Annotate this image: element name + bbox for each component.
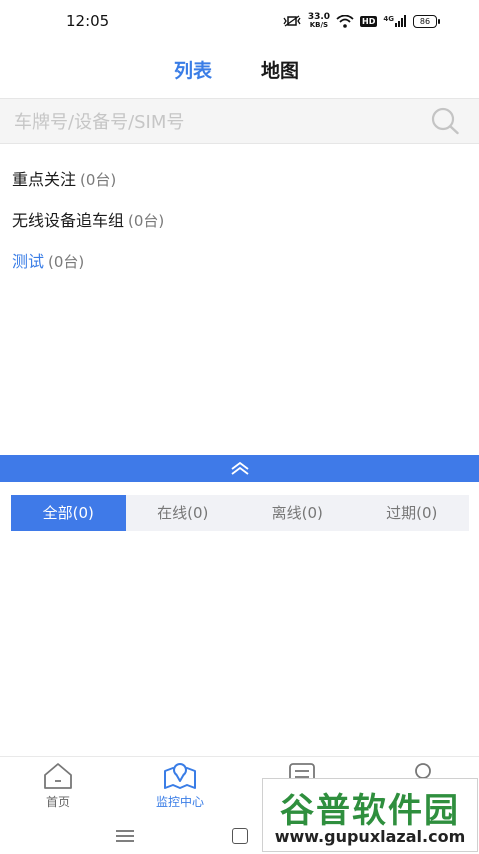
nav-label-home: 首页 (45, 795, 70, 809)
view-tabs: 列表 地图 (0, 56, 479, 88)
net-speed-unit: KB/S (309, 21, 329, 29)
filter-tab-offline[interactable]: 离线(0) (240, 495, 355, 531)
group-name: 测试 (12, 252, 45, 271)
group-item-wireless-tracking[interactable]: 无线设备追车组 (0台) (12, 207, 164, 248)
double-chevron-up-icon (231, 461, 249, 475)
nav-item-home[interactable]: 首页 (28, 761, 88, 810)
signal-label: 4G (383, 15, 394, 23)
tab-map[interactable]: 地图 (261, 56, 299, 83)
system-nav-bar (0, 818, 479, 854)
group-item-test[interactable]: 测试 (0台) (12, 248, 164, 289)
hd-badge: HD (360, 15, 378, 27)
group-count: (0台) (48, 253, 85, 271)
search-bar (0, 98, 479, 145)
home-icon (44, 763, 72, 789)
status-bar: 12:05 33.0 KB/S HD 4G 86 (0, 0, 479, 40)
wifi-icon (336, 14, 354, 28)
battery-icon: 86 (413, 14, 440, 28)
group-name: 重点关注 (12, 170, 77, 189)
filter-tab-all[interactable]: 全部(0) (11, 495, 126, 531)
status-icons: 33.0 KB/S HD 4G 86 (282, 12, 440, 30)
net-speed: 33.0 KB/S (308, 13, 330, 29)
system-home-icon[interactable] (232, 828, 248, 844)
nav-label-monitor: 监控中心 (155, 795, 204, 809)
status-filter-tabs: 全部(0) 在线(0) 离线(0) 过期(0) (11, 495, 469, 531)
group-item-key-focus[interactable]: 重点关注 (0台) (12, 166, 164, 207)
monitor-map-icon (164, 763, 196, 789)
nav-item-monitor[interactable]: 监控中心 (150, 761, 210, 810)
signal-indicator: 4G (383, 15, 407, 27)
group-name: 无线设备追车组 (12, 211, 125, 230)
search-input[interactable] (12, 99, 416, 145)
battery-level: 86 (419, 16, 431, 26)
filter-tab-online[interactable]: 在线(0) (126, 495, 241, 531)
signal-icon (395, 15, 406, 27)
recent-apps-icon[interactable] (116, 830, 134, 842)
group-count: (0台) (80, 171, 117, 189)
tab-list[interactable]: 列表 (174, 56, 212, 83)
search-icon[interactable] (430, 107, 460, 135)
panel-toggle-bar[interactable] (0, 455, 479, 482)
status-time: 12:05 (66, 12, 110, 30)
vibrate-icon (283, 15, 301, 27)
group-list: 重点关注 (0台) 无线设备追车组 (0台) 测试 (0台) (12, 166, 164, 289)
filter-tab-expired[interactable]: 过期(0) (355, 495, 470, 531)
group-count: (0台) (128, 212, 165, 230)
